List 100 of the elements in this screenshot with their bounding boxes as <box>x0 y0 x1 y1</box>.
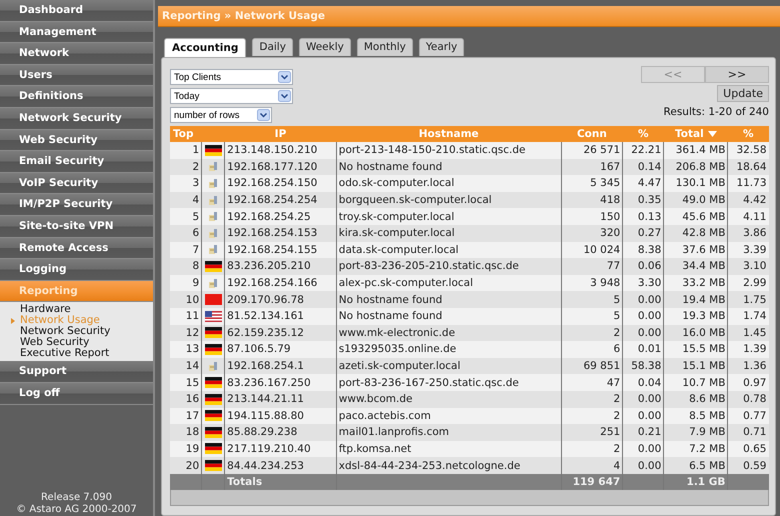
table-cell: ftp.komsa.net <box>336 440 562 458</box>
tab[interactable]: Yearly <box>418 38 464 56</box>
nav-item[interactable]: IM/P2P Security <box>0 194 153 216</box>
table-cell: 0.27 <box>622 224 664 242</box>
table-cell: 83.236.205.210 <box>224 258 336 275</box>
tab[interactable]: Accounting <box>164 38 246 57</box>
table-cell: 3 948 <box>561 274 623 292</box>
table-cell: 26 571 <box>561 142 623 159</box>
table-cell: data.sk-computer.local <box>336 242 562 258</box>
table-cell: No hostname found <box>336 308 562 325</box>
nav-item[interactable]: Remote Access <box>0 238 153 260</box>
table-cell: 8.38 <box>622 242 664 258</box>
flag-icon <box>204 426 222 438</box>
caret-icon <box>11 318 15 324</box>
table-cell: port-213-148-150-210.static.qsc.de <box>336 142 562 159</box>
table-cell: kira.sk-computer.local <box>336 224 562 242</box>
flag-icon <box>204 260 222 272</box>
table-cell: 42.8 MB <box>664 224 728 242</box>
table-cell: 4.42 <box>728 192 768 208</box>
table-cell: 1.39 <box>728 341 768 358</box>
update-button[interactable]: Update <box>717 85 769 102</box>
table-cell: 0.78 <box>728 390 768 408</box>
table-cell: 58.38 <box>622 358 664 374</box>
totals-cell: 119 647 <box>561 474 623 490</box>
tab[interactable]: Daily <box>252 38 293 56</box>
table-cell: 167 <box>561 158 623 176</box>
nav-item[interactable]: Network Security <box>0 108 153 130</box>
table-cell: 12 <box>170 324 202 342</box>
table-cell: 62.159.235.12 <box>224 324 336 342</box>
totals-label: Totals <box>224 474 336 490</box>
flag-icon <box>204 410 222 422</box>
table-cell: 15.1 MB <box>664 358 728 374</box>
nav-item[interactable]: Network <box>0 43 153 65</box>
table-cell: 6.5 MB <box>664 457 728 474</box>
flag-icon <box>204 294 222 306</box>
table-cell: 32.58 <box>728 142 768 159</box>
submenu-item[interactable]: Web Security <box>0 337 153 348</box>
network-icon <box>208 278 219 289</box>
table-cell: borgqueen.sk-computer.local <box>336 192 562 208</box>
submenu-item[interactable]: Executive Report <box>0 348 153 360</box>
table-cell: 213.148.150.210 <box>224 142 336 159</box>
table-cell: 213.144.21.11 <box>224 390 336 408</box>
network-icon <box>208 161 219 172</box>
table-cell: 34.4 MB <box>664 258 728 275</box>
table-cell: 83.236.167.250 <box>224 374 336 391</box>
table-cell: 0.00 <box>622 308 664 325</box>
nav-item[interactable]: Management <box>0 22 153 44</box>
table-cell: 192.168.254.155 <box>224 242 336 258</box>
table-cell: 4.11 <box>728 208 768 225</box>
nav-item[interactable]: Dashboard <box>0 0 153 22</box>
table-cell: 130.1 MB <box>664 175 728 192</box>
nav-item[interactable]: Site-to-site VPN <box>0 216 153 238</box>
nav-item[interactable]: Logging <box>0 259 153 281</box>
network-icon <box>208 194 219 206</box>
table-cell: 37.6 MB <box>664 242 728 258</box>
table-cell: 4.47 <box>622 175 664 192</box>
nav-item[interactable]: VoIP Security <box>0 172 153 194</box>
nav-item[interactable]: Users <box>0 64 153 86</box>
tab[interactable]: Weekly <box>298 38 351 56</box>
table-cell: 0.04 <box>622 374 664 391</box>
table-cell: 8 <box>170 258 202 275</box>
table-cell: 16.0 MB <box>664 324 728 342</box>
table-cell: 0.00 <box>622 390 664 408</box>
table-cell: No hostname found <box>336 291 562 308</box>
nav-item[interactable]: Support <box>0 361 153 383</box>
table-cell: 10.7 MB <box>664 374 728 391</box>
table-cell: 6 <box>170 224 202 242</box>
table-cell: 0.01 <box>622 341 664 358</box>
table-cell: 2 <box>561 408 623 424</box>
table-cell: 418 <box>561 192 623 208</box>
table-cell: 10 <box>170 291 202 308</box>
submenu-item[interactable]: Network Security <box>0 326 153 338</box>
table-cell: 0.06 <box>622 258 664 275</box>
network-icon <box>208 244 219 256</box>
table-cell: 19 <box>170 440 202 458</box>
table-cell: 84.44.234.253 <box>224 457 336 474</box>
table-cell: 0.00 <box>622 324 664 342</box>
table-cell: 18 <box>170 424 202 441</box>
submenu-item[interactable]: Hardware <box>0 304 153 316</box>
flag-icon <box>204 344 222 355</box>
dropdown[interactable]: Top Clients <box>170 69 293 85</box>
dropdown[interactable]: number of rows <box>170 107 272 123</box>
nav-item[interactable]: Email Security <box>0 151 153 173</box>
nav-item[interactable]: Web Security <box>0 130 153 152</box>
table-cell: 19.4 MB <box>664 291 728 308</box>
table-cell: 0.77 <box>728 408 768 424</box>
table-cell: 0.65 <box>728 440 768 458</box>
table-cell: 20 <box>170 457 202 474</box>
table-cell: 1.45 <box>728 324 768 342</box>
table-cell: 3.39 <box>728 242 768 258</box>
next-page-button[interactable]: >> <box>705 66 769 83</box>
table-cell: 3.10 <box>728 258 768 275</box>
sort-descending-icon <box>708 131 717 137</box>
table-cell: paco.actebis.com <box>336 408 562 424</box>
nav-item[interactable]: Definitions <box>0 86 153 108</box>
dropdown[interactable]: Today <box>170 88 293 104</box>
flag-icon <box>204 327 222 338</box>
table-cell: 7.2 MB <box>664 440 728 458</box>
tab[interactable]: Monthly <box>356 38 413 56</box>
nav-item[interactable]: Log off <box>0 382 153 404</box>
